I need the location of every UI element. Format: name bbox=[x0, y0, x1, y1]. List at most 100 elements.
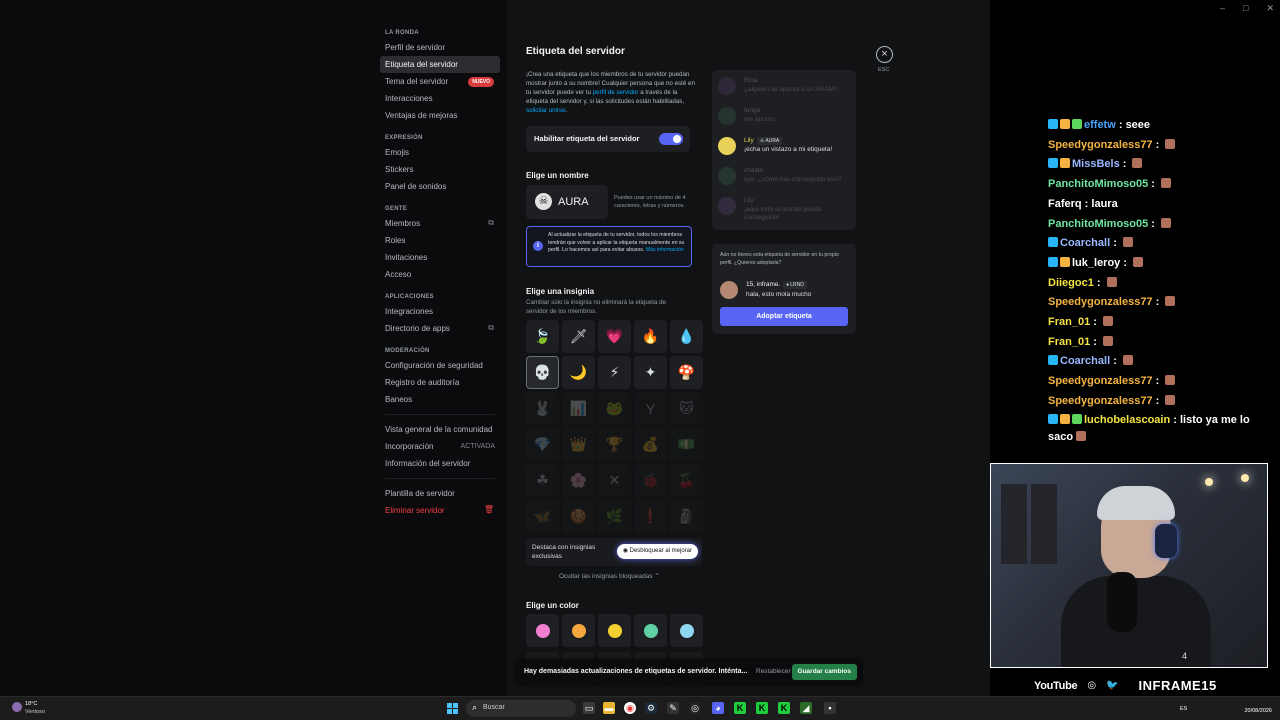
delete-server-button[interactable]: Eliminar servidor 🗑 bbox=[380, 502, 500, 519]
kick-icon[interactable]: K bbox=[778, 702, 790, 714]
sidebar-item-tema-del-servidor[interactable]: Tema del servidor NUEVO bbox=[380, 73, 500, 90]
sidebar-item-invitaciones[interactable]: Invitaciones bbox=[380, 249, 500, 266]
chat-message: Diiegoc1 : bbox=[1048, 274, 1274, 294]
badge-option[interactable]: 💀 bbox=[526, 356, 559, 389]
locked-badge-option[interactable]: 🐸 bbox=[598, 392, 631, 425]
task-view-icon[interactable]: ▭ bbox=[583, 702, 595, 714]
locked-badge-option[interactable]: 📊 bbox=[562, 392, 595, 425]
sidebar-item-informacion-del-servidor[interactable]: Información del servidor bbox=[380, 455, 500, 472]
maximize-icon[interactable]: □ bbox=[1243, 3, 1248, 14]
locked-badge-option[interactable]: 💎 bbox=[526, 428, 559, 461]
app-icon[interactable]: ▪ bbox=[824, 702, 836, 714]
sidebar-item-perfil-de-servidor[interactable]: Perfil de servidor bbox=[380, 39, 500, 56]
file-explorer-icon[interactable]: ▬ bbox=[603, 702, 615, 714]
app-icon[interactable]: ✎ bbox=[667, 702, 679, 714]
locked-badge-option[interactable]: 👑 bbox=[562, 428, 595, 461]
unlock-upgrade-button[interactable]: ◉ Desbloquear al mejorar bbox=[616, 544, 698, 559]
locked-badge-option[interactable]: 💵 bbox=[670, 428, 703, 461]
chat-username: luchobelascoain bbox=[1084, 413, 1171, 426]
locked-badge-option[interactable]: ❗ bbox=[634, 500, 667, 533]
minimize-icon[interactable]: – bbox=[1220, 3, 1225, 14]
badge-option[interactable]: 🔥 bbox=[634, 320, 667, 353]
locked-badge-option[interactable]: 🗿 bbox=[670, 500, 703, 533]
plant-icon: 🌿 bbox=[605, 508, 624, 524]
color-option[interactable] bbox=[598, 614, 631, 647]
sidebar-item-acceso[interactable]: Acceso bbox=[380, 266, 500, 283]
badge-option[interactable]: 🗡 bbox=[562, 320, 595, 353]
sidebar-item-directorio-de-apps[interactable]: Directorio de apps ⧉ bbox=[380, 320, 500, 337]
sidebar-item-vista-general-de-la-comunidad[interactable]: Vista general de la comunidad bbox=[380, 421, 500, 438]
sidebar-item-stickers[interactable]: Stickers bbox=[380, 161, 500, 178]
sidebar-item-baneos[interactable]: Baneos bbox=[380, 391, 500, 408]
locked-badge-option[interactable]: ☘ bbox=[526, 464, 559, 497]
kick-icon[interactable]: K bbox=[756, 702, 768, 714]
sidebar-item-registro-de-auditoria[interactable]: Registro de auditoría bbox=[380, 374, 500, 391]
steam-icon[interactable]: ⚙ bbox=[645, 702, 657, 714]
windows-start-icon[interactable] bbox=[447, 703, 458, 714]
color-option[interactable] bbox=[562, 614, 595, 647]
sidebar-item-miembros[interactable]: Miembros ⧉ bbox=[380, 215, 500, 232]
nvidia-icon[interactable]: ◢ bbox=[800, 702, 812, 714]
locked-badge-option[interactable]: Y bbox=[634, 392, 667, 425]
badge-option[interactable]: 💗 bbox=[598, 320, 631, 353]
sidebar-item-integraciones[interactable]: Integraciones bbox=[380, 303, 500, 320]
tag-name-input[interactable]: ☠ AURA bbox=[526, 185, 608, 219]
sidebar-heading: LA RONDA bbox=[385, 30, 419, 36]
badge-option[interactable]: 🍃 bbox=[526, 320, 559, 353]
locked-badge-option[interactable]: 🐞 bbox=[634, 464, 667, 497]
sidebar-item-emojis[interactable]: Emojis bbox=[380, 144, 500, 161]
system-clock[interactable]: 20/08/2026 bbox=[1244, 701, 1272, 715]
badge-option[interactable]: ⚡ bbox=[598, 356, 631, 389]
chrome-icon[interactable]: ◉ bbox=[624, 702, 636, 714]
hide-locked-badges-toggle[interactable]: Ocultar las insignias bloqueadas ⌃ bbox=[559, 572, 660, 580]
discord-icon[interactable]: ◕ bbox=[712, 702, 724, 714]
language-indicator[interactable]: ES bbox=[1180, 706, 1187, 712]
chat-text: laura bbox=[1091, 197, 1118, 210]
close-settings-button[interactable]: × bbox=[876, 46, 893, 63]
badge-option[interactable]: 💧 bbox=[670, 320, 703, 353]
locked-badge-option[interactable]: 🍪 bbox=[562, 500, 595, 533]
server-profile-link[interactable]: perfil de servidor bbox=[593, 89, 639, 96]
sidebar-item-incorporacion[interactable]: Incorporación ACTIVADA bbox=[380, 438, 500, 455]
locked-badge-option[interactable]: 🏆 bbox=[598, 428, 631, 461]
color-option[interactable] bbox=[634, 614, 667, 647]
color-option[interactable] bbox=[670, 614, 703, 647]
locked-badge-option[interactable]: 🌸 bbox=[562, 464, 595, 497]
color-option[interactable] bbox=[526, 614, 559, 647]
kick-icon[interactable]: K bbox=[734, 702, 746, 714]
avatar bbox=[718, 77, 736, 95]
locked-badge-option[interactable]: 🐰 bbox=[526, 392, 559, 425]
locked-badge-option[interactable]: 🦋 bbox=[526, 500, 559, 533]
locked-badge-option[interactable]: 💰 bbox=[634, 428, 667, 461]
save-changes-button[interactable]: Guardar cambios bbox=[791, 664, 857, 680]
badge-option[interactable]: ✦ bbox=[634, 356, 667, 389]
obs-icon[interactable]: ◎ bbox=[689, 702, 701, 714]
color-section-title: Elige un color bbox=[526, 601, 579, 610]
sidebar-item-server-template[interactable]: Plantilla de servidor bbox=[380, 485, 500, 502]
locked-badge-option[interactable]: 🌿 bbox=[598, 500, 631, 533]
badge-option[interactable]: 🍄 bbox=[670, 356, 703, 389]
taskbar-search[interactable]: ⌕ Buscar bbox=[466, 700, 576, 717]
more-info-link[interactable]: Más información bbox=[646, 247, 684, 253]
message-text: ¡aquí todo el mundo puede conseguirla! bbox=[744, 206, 822, 221]
locked-badge-option[interactable]: 🐱 bbox=[670, 392, 703, 425]
tag-name-value: AURA bbox=[558, 196, 589, 208]
request-join-link[interactable]: solicitar unirse bbox=[526, 107, 566, 114]
sidebar-item-configuracion-de-seguridad[interactable]: Configuración de seguridad bbox=[380, 357, 500, 374]
chat-username: Fran_01 bbox=[1048, 335, 1091, 348]
adopt-message: hala, esto mola mucho bbox=[746, 291, 812, 298]
enable-tag-toggle[interactable] bbox=[659, 133, 683, 145]
close-window-icon[interactable]: ✕ bbox=[1266, 3, 1274, 14]
chat-message: Speedygonzaless77 : bbox=[1048, 392, 1274, 412]
badge-option[interactable]: 🌙 bbox=[562, 356, 595, 389]
sidebar-item-etiqueta-del-servidor[interactable]: Etiqueta del servidor bbox=[380, 56, 500, 73]
sidebar-item-roles[interactable]: Roles bbox=[380, 232, 500, 249]
sidebar-item-ventajas-de-mejoras[interactable]: Ventajas de mejoras bbox=[380, 107, 500, 124]
adopt-tag-button[interactable]: Adoptar etiqueta bbox=[720, 307, 848, 326]
locked-badge-option[interactable]: 🍒 bbox=[670, 464, 703, 497]
reset-button[interactable]: Restablecer bbox=[756, 668, 791, 675]
search-placeholder: Buscar bbox=[483, 704, 505, 711]
sidebar-item-panel-de-sonidos[interactable]: Panel de sonidos bbox=[380, 178, 500, 195]
locked-badge-option[interactable]: ✕ bbox=[598, 464, 631, 497]
sidebar-item-interacciones[interactable]: Interacciones bbox=[380, 90, 500, 107]
